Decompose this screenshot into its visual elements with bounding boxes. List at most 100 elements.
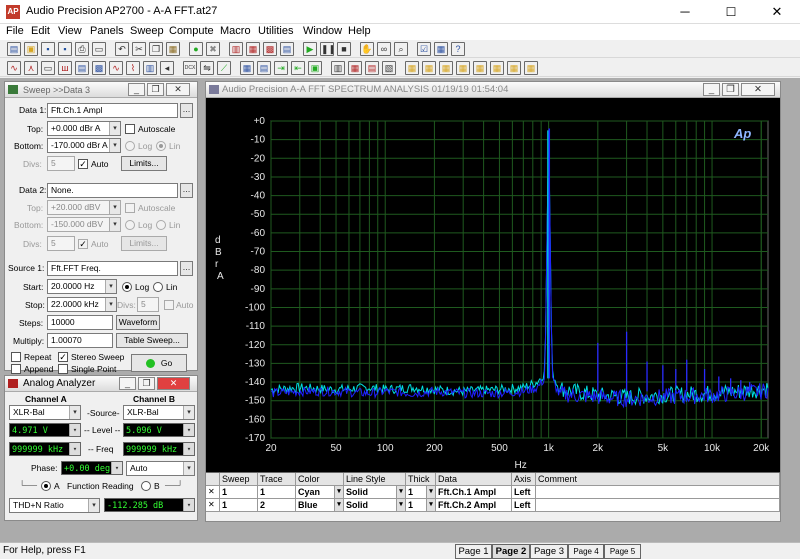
- table-header-line-style[interactable]: Line Style: [344, 473, 406, 486]
- speaker-icon[interactable]: ◂: [160, 61, 174, 75]
- wave-chart-icon[interactable]: ∿: [109, 61, 123, 75]
- stop-icon[interactable]: ■: [337, 42, 351, 56]
- chart-c-icon[interactable]: ▦: [439, 61, 453, 75]
- single-point-checkbox[interactable]: [58, 364, 68, 374]
- table-cell-comment[interactable]: [536, 499, 780, 512]
- phase-mode-select[interactable]: Auto ▾: [126, 461, 195, 476]
- menu-file[interactable]: File: [6, 25, 24, 37]
- menu-panels[interactable]: Panels: [90, 25, 124, 37]
- table-cell-thick[interactable]: 1 ▾: [406, 486, 436, 499]
- import-icon[interactable]: ⇤: [291, 61, 305, 75]
- table-cell-sweep[interactable]: 1: [220, 499, 258, 512]
- meter-icon[interactable]: ▤: [75, 61, 89, 75]
- maximize-button[interactable]: ☐: [708, 0, 754, 24]
- waveform-button[interactable]: Waveform: [116, 315, 160, 330]
- log2-radio[interactable]: [125, 220, 135, 230]
- export-icon[interactable]: ⇥: [274, 61, 288, 75]
- pause-icon[interactable]: ❚❚: [320, 42, 334, 56]
- chart-a-icon[interactable]: ▦: [405, 61, 419, 75]
- check-list-icon[interactable]: ☑: [417, 42, 431, 56]
- table-sweep-button[interactable]: Table Sweep...: [116, 333, 188, 348]
- fft-icon[interactable]: ▦: [348, 61, 362, 75]
- graph-titlebar[interactable]: Audio Precision A-A FFT SPECTRUM ANALYSI…: [206, 82, 780, 98]
- analyzer-minimize-button[interactable]: _: [119, 377, 136, 390]
- table-header-select[interactable]: [206, 473, 220, 486]
- graph-plot-area[interactable]: +0 -10 -20 -30 -40 -50 -60 -70 -80 -90 -100 -110 -12…: [206, 98, 780, 472]
- analyzer-close-button[interactable]: ✕: [157, 377, 190, 390]
- print-icon[interactable]: ⎙: [75, 42, 89, 56]
- sweep-restore-button[interactable]: ❐: [147, 83, 164, 96]
- lin2-radio[interactable]: [156, 220, 166, 230]
- new-doc-icon[interactable]: ▤: [7, 42, 21, 56]
- limits2-button[interactable]: Limits...: [121, 236, 167, 251]
- data2-field[interactable]: None.: [47, 183, 178, 198]
- menu-utilities[interactable]: Utilities: [258, 25, 293, 37]
- top-field[interactable]: +0.000 dBr A ▾: [47, 121, 121, 136]
- divs-field[interactable]: 5: [47, 156, 75, 171]
- table-icon[interactable]: ▦: [240, 61, 254, 75]
- chart-h-icon[interactable]: ▦: [524, 61, 538, 75]
- menu-macro[interactable]: Macro: [220, 25, 251, 37]
- table-cell-comment[interactable]: [536, 486, 780, 499]
- sweep-panel-titlebar[interactable]: Sweep >>Data 3 _ ❐ ✕: [5, 82, 197, 98]
- divs3-field[interactable]: 5: [137, 297, 159, 312]
- dsp-icon[interactable]: ▩: [92, 61, 106, 75]
- freq-b-readout[interactable]: 999999 kHz ▾: [123, 442, 195, 456]
- auto-checkbox[interactable]: ✓: [78, 159, 88, 169]
- spectrum-icon[interactable]: ▥: [143, 61, 157, 75]
- table-cell-axis[interactable]: Left: [512, 499, 536, 512]
- lin-radio[interactable]: [156, 141, 166, 151]
- bottom2-field[interactable]: -150.000 dBV ▾: [47, 217, 121, 232]
- page-tab-1[interactable]: Page 1: [455, 544, 492, 559]
- analyzer-icon[interactable]: ▦: [246, 42, 260, 56]
- dropdown-arrow-icon[interactable]: ▾: [396, 486, 405, 498]
- filter-icon[interactable]: ⋏: [24, 61, 38, 75]
- menu-edit[interactable]: Edit: [31, 25, 50, 37]
- reading-a-radio[interactable]: [41, 481, 51, 491]
- compute-icon[interactable]: ▣: [308, 61, 322, 75]
- chart-e-icon[interactable]: ▦: [473, 61, 487, 75]
- record-icon[interactable]: ●: [189, 42, 203, 56]
- help-pointer-icon[interactable]: ?: [451, 42, 465, 56]
- sweep-minimize-button[interactable]: _: [128, 83, 145, 96]
- page-tab-4[interactable]: Page 4: [568, 544, 604, 559]
- sine-wave-icon[interactable]: ∿: [7, 61, 21, 75]
- row-select-checkbox[interactable]: ✕: [206, 499, 220, 512]
- input-b-select[interactable]: XLR-Bal ▾: [123, 405, 195, 420]
- table-cell-color[interactable]: Blue ▾: [296, 499, 344, 512]
- level-b-readout[interactable]: 5.096 V ▾: [123, 423, 195, 437]
- reading-b-radio[interactable]: [141, 481, 151, 491]
- dropdown-arrow-icon[interactable]: ▾: [334, 486, 343, 498]
- chart-f-icon[interactable]: ▦: [490, 61, 504, 75]
- log-radio[interactable]: [125, 141, 135, 151]
- sweep-graph-icon[interactable]: ⟋: [217, 61, 231, 75]
- table-cell-style[interactable]: Solid ▾: [344, 486, 406, 499]
- log-icon[interactable]: ▧: [382, 61, 396, 75]
- switcher-icon[interactable]: ⇋: [200, 61, 214, 75]
- table-cell-axis[interactable]: Left: [512, 486, 536, 499]
- function-reading-readout[interactable]: -112.285 dB ▾: [104, 498, 195, 512]
- steps-field[interactable]: 10000: [47, 315, 113, 330]
- binoculars-icon[interactable]: ∞: [377, 42, 391, 56]
- level-a-readout[interactable]: 4.971 V ▾: [9, 423, 81, 437]
- undo-icon[interactable]: ↶: [115, 42, 129, 56]
- row-select-checkbox[interactable]: ✕: [206, 486, 220, 499]
- stop-field[interactable]: 22.0000 kHz ▾: [47, 297, 117, 312]
- waveform-icon[interactable]: ⌇: [126, 61, 140, 75]
- table-cell-thick[interactable]: 1 ▾: [406, 499, 436, 512]
- open-folder-icon[interactable]: ▣: [24, 42, 38, 56]
- menu-window[interactable]: Window: [303, 25, 342, 37]
- table-header-comment[interactable]: Comment: [536, 473, 780, 486]
- phase-readout[interactable]: +0.00 deg ▾: [61, 461, 123, 475]
- table-cell-data[interactable]: Fft.Ch.1 Ampl: [436, 486, 512, 499]
- table-header-sweep[interactable]: Sweep: [220, 473, 258, 486]
- chart-g-icon[interactable]: ▦: [507, 61, 521, 75]
- preview-icon[interactable]: ▭: [92, 42, 106, 56]
- table-cell-sweep[interactable]: 1: [220, 486, 258, 499]
- menu-view[interactable]: View: [58, 25, 82, 37]
- stereo-sweep-checkbox[interactable]: ✓: [58, 352, 68, 362]
- play-icon[interactable]: ▶: [303, 42, 317, 56]
- graph-restore-button[interactable]: ❐: [722, 83, 739, 96]
- table-header-color[interactable]: Color: [296, 473, 344, 486]
- start-lin-radio[interactable]: [153, 282, 163, 292]
